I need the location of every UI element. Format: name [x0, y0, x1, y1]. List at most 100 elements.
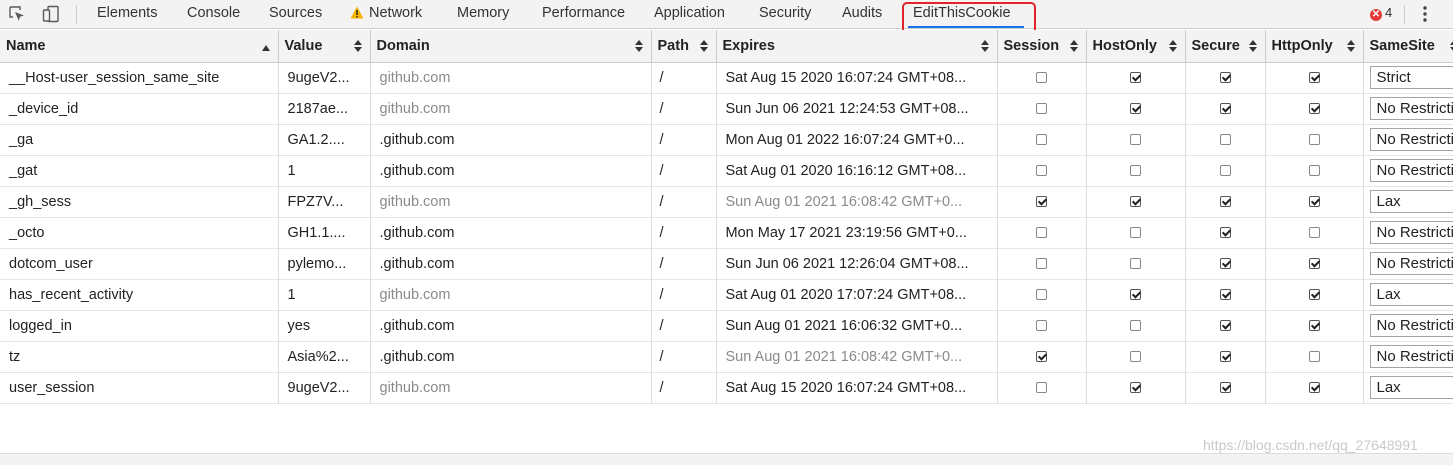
cookie-expires-cell[interactable]: Sat Aug 15 2020 16:07:24 GMT+08... — [716, 372, 997, 403]
samesite-select[interactable]: No Restriction — [1370, 128, 1453, 151]
cookie-domain-cell[interactable]: .github.com — [370, 248, 651, 279]
cookie-value-cell[interactable]: pylemo... — [278, 248, 370, 279]
cookie-path-cell[interactable]: / — [651, 217, 716, 248]
secure-checkbox[interactable] — [1220, 72, 1231, 83]
secure-checkbox[interactable] — [1220, 258, 1231, 269]
table-row[interactable]: _gat1.github.com/Sat Aug 01 2020 16:16:1… — [0, 155, 1453, 186]
table-row[interactable]: has_recent_activity1github.com/Sat Aug 0… — [0, 279, 1453, 310]
cookie-path-cell[interactable]: / — [651, 155, 716, 186]
cookie-name-cell[interactable]: _octo — [0, 217, 278, 248]
session-checkbox[interactable] — [1036, 103, 1047, 114]
session-checkbox[interactable] — [1036, 258, 1047, 269]
column-header-samesite[interactable]: SameSite — [1363, 30, 1453, 62]
tab-audits[interactable]: Audits — [842, 0, 882, 28]
column-header-path[interactable]: Path — [651, 30, 716, 62]
secure-checkbox[interactable] — [1220, 320, 1231, 331]
device-toolbar-icon[interactable] — [42, 5, 60, 23]
cookie-value-cell[interactable]: 2187ae... — [278, 93, 370, 124]
session-checkbox[interactable] — [1036, 196, 1047, 207]
samesite-select[interactable]: Lax — [1370, 376, 1453, 399]
hostonly-checkbox[interactable] — [1130, 351, 1141, 362]
more-options-icon[interactable] — [1418, 5, 1432, 23]
cookie-domain-cell[interactable]: github.com — [370, 93, 651, 124]
samesite-select[interactable]: Strict — [1370, 66, 1453, 89]
cookie-value-cell[interactable]: 9ugeV2... — [278, 372, 370, 403]
tab-sources[interactable]: Sources — [269, 0, 322, 28]
hostonly-checkbox[interactable] — [1130, 382, 1141, 393]
table-row[interactable]: logged_inyes.github.com/Sun Aug 01 2021 … — [0, 310, 1453, 341]
hostonly-checkbox[interactable] — [1130, 289, 1141, 300]
session-checkbox[interactable] — [1036, 134, 1047, 145]
httponly-checkbox[interactable] — [1309, 103, 1320, 114]
httponly-checkbox[interactable] — [1309, 320, 1320, 331]
samesite-select[interactable]: No Restriction — [1370, 314, 1453, 337]
cookie-value-cell[interactable]: yes — [278, 310, 370, 341]
cookie-domain-cell[interactable]: github.com — [370, 372, 651, 403]
table-row[interactable]: _device_id2187ae...github.com/Sun Jun 06… — [0, 93, 1453, 124]
table-row[interactable]: tzAsia%2....github.com/Sun Aug 01 2021 1… — [0, 341, 1453, 372]
hostonly-checkbox[interactable] — [1130, 320, 1141, 331]
cookie-expires-cell[interactable]: Sat Aug 01 2020 17:07:24 GMT+08... — [716, 279, 997, 310]
cookie-name-cell[interactable]: tz — [0, 341, 278, 372]
column-header-name[interactable]: Name — [0, 30, 278, 62]
cookie-name-cell[interactable]: logged_in — [0, 310, 278, 341]
cookie-expires-cell[interactable]: Sun Jun 06 2021 12:24:53 GMT+08... — [716, 93, 997, 124]
cookie-path-cell[interactable]: / — [651, 186, 716, 217]
hostonly-checkbox[interactable] — [1130, 103, 1141, 114]
cookie-path-cell[interactable]: / — [651, 248, 716, 279]
cookie-path-cell[interactable]: / — [651, 279, 716, 310]
hostonly-checkbox[interactable] — [1130, 258, 1141, 269]
cookie-value-cell[interactable]: FPZ7V... — [278, 186, 370, 217]
samesite-select[interactable]: No Restriction — [1370, 221, 1453, 244]
column-header-session[interactable]: Session — [997, 30, 1086, 62]
session-checkbox[interactable] — [1036, 165, 1047, 176]
column-header-httponly[interactable]: HttpOnly — [1265, 30, 1363, 62]
session-checkbox[interactable] — [1036, 289, 1047, 300]
inspect-element-icon[interactable] — [8, 5, 26, 23]
cookie-domain-cell[interactable]: .github.com — [370, 124, 651, 155]
httponly-checkbox[interactable] — [1309, 165, 1320, 176]
table-row[interactable]: dotcom_userpylemo....github.com/Sun Jun … — [0, 248, 1453, 279]
samesite-select[interactable]: No Restriction — [1370, 159, 1453, 182]
tab-security[interactable]: Security — [759, 0, 811, 28]
secure-checkbox[interactable] — [1220, 165, 1231, 176]
column-header-value[interactable]: Value — [278, 30, 370, 62]
session-checkbox[interactable] — [1036, 351, 1047, 362]
cookie-expires-cell[interactable]: Mon May 17 2021 23:19:56 GMT+0... — [716, 217, 997, 248]
cookie-path-cell[interactable]: / — [651, 372, 716, 403]
cookie-expires-cell[interactable]: Sat Aug 15 2020 16:07:24 GMT+08... — [716, 62, 997, 93]
samesite-select[interactable]: Lax — [1370, 283, 1453, 306]
tab-memory[interactable]: Memory — [457, 0, 509, 28]
samesite-select[interactable]: No Restriction — [1370, 252, 1453, 275]
tab-network[interactable]: Network — [350, 0, 422, 28]
table-row[interactable]: _octoGH1.1.....github.com/Mon May 17 202… — [0, 217, 1453, 248]
cookie-value-cell[interactable]: GH1.1.... — [278, 217, 370, 248]
cookie-path-cell[interactable]: / — [651, 310, 716, 341]
table-row[interactable]: _gh_sessFPZ7V...github.com/Sun Aug 01 20… — [0, 186, 1453, 217]
httponly-checkbox[interactable] — [1309, 134, 1320, 145]
cookie-value-cell[interactable]: GA1.2.... — [278, 124, 370, 155]
cookie-domain-cell[interactable]: .github.com — [370, 341, 651, 372]
samesite-select[interactable]: No Restriction — [1370, 345, 1453, 368]
cookie-value-cell[interactable]: 9ugeV2... — [278, 62, 370, 93]
cookie-expires-cell[interactable]: Sun Jun 06 2021 12:26:04 GMT+08... — [716, 248, 997, 279]
cookie-path-cell[interactable]: / — [651, 124, 716, 155]
secure-checkbox[interactable] — [1220, 382, 1231, 393]
cookie-name-cell[interactable]: _device_id — [0, 93, 278, 124]
table-row[interactable]: user_session9ugeV2...github.com/Sat Aug … — [0, 372, 1453, 403]
secure-checkbox[interactable] — [1220, 351, 1231, 362]
cookie-expires-cell[interactable]: Sun Aug 01 2021 16:08:42 GMT+0... — [716, 341, 997, 372]
httponly-checkbox[interactable] — [1309, 227, 1320, 238]
httponly-checkbox[interactable] — [1309, 72, 1320, 83]
cookie-name-cell[interactable]: user_session — [0, 372, 278, 403]
httponly-checkbox[interactable] — [1309, 382, 1320, 393]
cookie-name-cell[interactable]: _gh_sess — [0, 186, 278, 217]
hostonly-checkbox[interactable] — [1130, 227, 1141, 238]
cookie-domain-cell[interactable]: .github.com — [370, 310, 651, 341]
tab-elements[interactable]: Elements — [97, 0, 157, 28]
cookie-value-cell[interactable]: 1 — [278, 279, 370, 310]
samesite-select[interactable]: No Restriction — [1370, 97, 1453, 120]
cookie-name-cell[interactable]: dotcom_user — [0, 248, 278, 279]
cookie-domain-cell[interactable]: .github.com — [370, 155, 651, 186]
cookie-domain-cell[interactable]: github.com — [370, 62, 651, 93]
